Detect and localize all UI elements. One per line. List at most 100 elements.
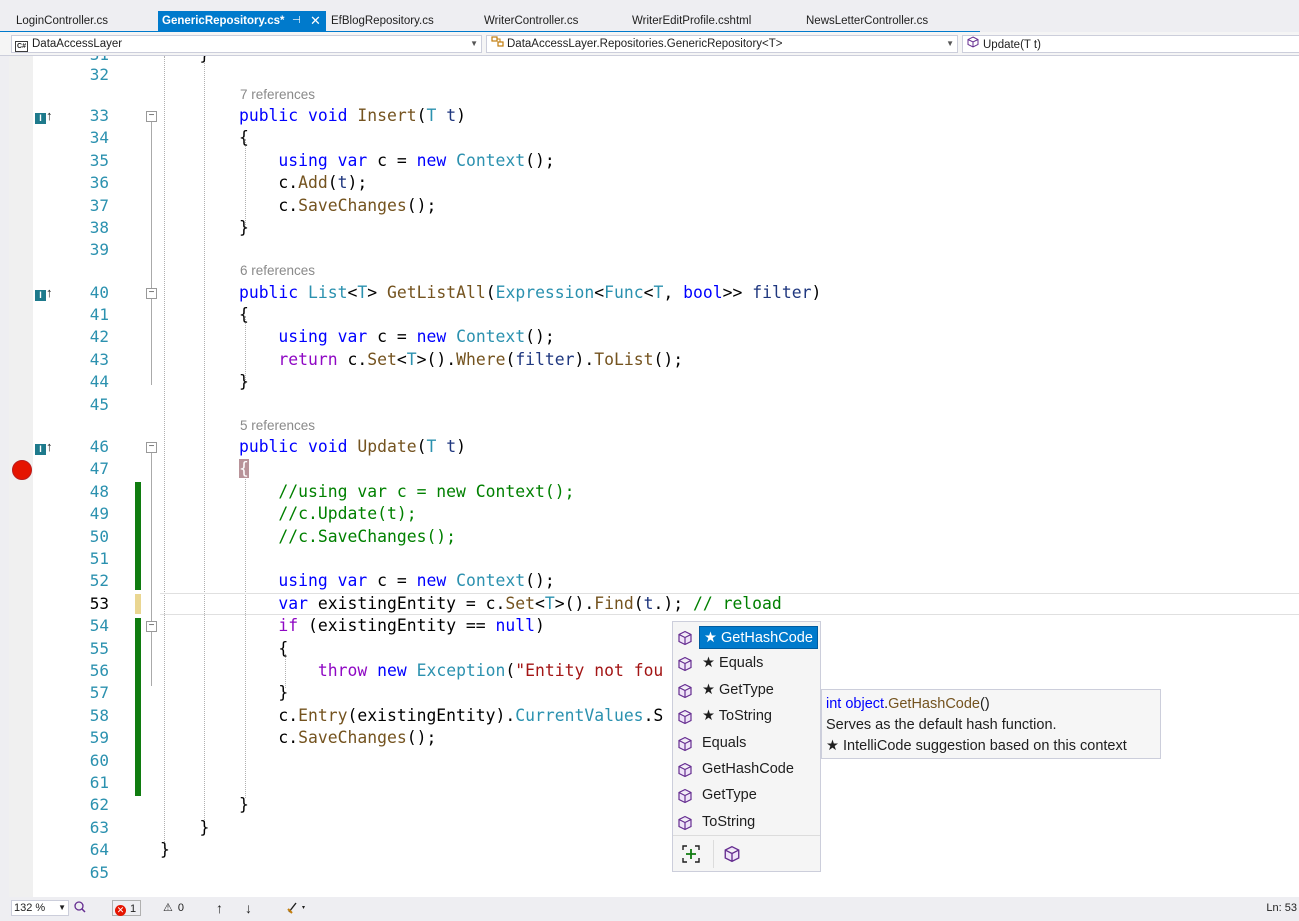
health-icon[interactable] — [73, 900, 87, 916]
method-icon — [677, 787, 693, 804]
code-line[interactable]: if (existingEntity == null) — [160, 615, 544, 637]
completion-label: GetType — [702, 787, 757, 803]
tab-label: EfBlogRepository.cs — [331, 15, 434, 27]
zoom-dropdown[interactable]: 132 % ▼ — [11, 900, 69, 916]
method-icon — [677, 814, 693, 831]
close-icon[interactable]: ✕ — [310, 11, 321, 31]
code-line[interactable]: c.Add(t); — [160, 172, 367, 194]
line-number: 39 — [89, 240, 109, 259]
method-filter-icon[interactable] — [723, 845, 741, 868]
document-tab-strip: LoginController.cs GenericRepository.cs*… — [0, 0, 1299, 33]
completion-label: Equals — [702, 735, 747, 751]
code-line[interactable]: using var c = new Context(); — [160, 326, 554, 348]
project-dropdown[interactable]: C# DataAccessLayer ▼ — [11, 35, 482, 53]
class-icon — [490, 36, 504, 52]
tab-efblog-repository[interactable]: EfBlogRepository.cs — [327, 11, 477, 31]
code-cleanup-icon[interactable] — [286, 900, 308, 916]
next-issue-button[interactable]: ↓ — [245, 900, 252, 916]
completion-filter-bar — [673, 835, 820, 871]
code-line[interactable]: //c.SaveChanges(); — [160, 526, 456, 548]
code-line[interactable]: { — [160, 127, 249, 149]
intellicode-note: ★ IntelliCode suggestion based on this c… — [826, 738, 1127, 754]
code-line[interactable]: //using var c = new Context(); — [160, 481, 574, 503]
tab-login-controller[interactable]: LoginController.cs — [12, 11, 158, 31]
tab-label: NewsLetterController.cs — [806, 15, 929, 27]
code-line[interactable]: public void Update(T t) — [160, 436, 466, 458]
line-number: 45 — [89, 395, 109, 414]
tab-label: GenericRepository.cs* — [162, 15, 285, 27]
intellisense-completion-list[interactable]: ★ GetHashCode ★ Equals ★ GetType ★ ToStr… — [672, 621, 821, 872]
code-line[interactable]: public void Insert(T t) — [160, 105, 466, 127]
completion-label: ★ Equals — [702, 655, 764, 671]
member-name: Update(T t) — [983, 39, 1041, 51]
code-line[interactable]: //c.Update(t); — [160, 503, 416, 525]
completion-item[interactable]: ★ GetType — [673, 677, 820, 703]
code-line[interactable]: } — [160, 817, 209, 839]
codelens-references[interactable]: 7 references — [240, 86, 315, 104]
previous-issue-button[interactable]: ↑ — [216, 900, 223, 916]
pin-icon[interactable]: ⊣ — [292, 11, 301, 31]
chevron-down-icon: ▼ — [58, 903, 66, 912]
completion-item-selected[interactable]: ★ GetHashCode — [673, 624, 820, 650]
error-icon: ✕ — [115, 905, 126, 916]
navigation-bar: C# DataAccessLayer ▼ DataAccessLayer.Repo… — [0, 32, 1299, 56]
code-line[interactable]: } — [160, 371, 249, 393]
code-line[interactable]: { — [160, 304, 249, 326]
warnings-indicator[interactable]: ⚠ 0 — [163, 900, 184, 916]
zoom-value: 132 % — [14, 902, 46, 914]
errors-indicator[interactable]: ✕ 1 — [112, 900, 142, 916]
code-line[interactable]: { — [160, 638, 288, 660]
tab-writer-edit-profile[interactable]: WriterEditProfile.cshtml — [628, 11, 802, 31]
codelens-references[interactable]: 6 references — [240, 262, 315, 280]
code-line[interactable]: using var c = new Context(); — [160, 150, 554, 172]
code-editor[interactable]: 31 32 33 34 35 36 37 38 39 40 41 42 43 4… — [9, 56, 1299, 897]
method-icon — [966, 36, 980, 52]
code-line[interactable]: } — [160, 682, 288, 704]
line-number: 32 — [89, 65, 109, 84]
code-line[interactable]: } — [160, 56, 209, 66]
code-line[interactable]: } — [160, 839, 170, 861]
completion-item[interactable]: ToString — [673, 809, 820, 835]
completion-item[interactable]: ★ Equals — [673, 650, 820, 676]
expand-filter-icon[interactable] — [681, 844, 701, 869]
cursor-position: Ln: 53 — [1266, 902, 1297, 914]
summary-text: Serves as the default hash function. — [826, 717, 1057, 733]
quickinfo-tooltip: int object.GetHashCode() Serves as the d… — [821, 689, 1161, 759]
tab-label: WriterController.cs — [484, 15, 579, 27]
code-line[interactable]: } — [160, 794, 249, 816]
code-line-current[interactable]: var existingEntity = c.Set<T>().Find(t.)… — [160, 593, 781, 615]
code-line[interactable]: c.SaveChanges(); — [160, 195, 436, 217]
code-line[interactable]: c.Entry(existingEntity).CurrentValues.S — [160, 705, 663, 727]
code-line[interactable]: public List<T> GetListAll(Expression<Fun… — [160, 282, 821, 304]
method-icon — [677, 735, 693, 752]
completion-item[interactable]: GetType — [673, 782, 820, 808]
completion-item[interactable]: ★ ToString — [673, 703, 820, 729]
member-dropdown[interactable]: Update(T t) — [962, 35, 1299, 53]
method-icon — [677, 629, 693, 646]
filter-separator — [713, 840, 714, 868]
type-dropdown[interactable]: DataAccessLayer.Repositories.GenericRepo… — [486, 35, 958, 53]
completion-item[interactable]: Equals — [673, 730, 820, 756]
project-name: DataAccessLayer — [32, 38, 123, 50]
completion-label: ToString — [702, 814, 756, 830]
line-number: 65 — [89, 863, 109, 882]
tab-label: LoginController.cs — [16, 15, 109, 27]
code-line[interactable]: throw new Exception("Entity not fou — [160, 660, 663, 682]
code-line[interactable]: } — [160, 217, 249, 239]
line-number: 60 — [89, 751, 109, 770]
line-number: 61 — [89, 773, 109, 792]
code-line[interactable]: { — [160, 458, 249, 480]
code-line[interactable]: c.SaveChanges(); — [160, 727, 436, 749]
editor-status-bar: 132 % ▼ ✕ 1 ⚠ 0 ↑ ↓ Ln: 53 — [0, 897, 1299, 921]
type-name: DataAccessLayer.Repositories.GenericRepo… — [507, 38, 783, 50]
completion-label: ★ GetType — [702, 682, 774, 698]
tab-writer-controller[interactable]: WriterController.cs — [480, 11, 628, 31]
tab-generic-repository[interactable]: GenericRepository.cs* ⊣ ✕ — [158, 11, 326, 31]
method-icon — [677, 761, 693, 778]
completion-item[interactable]: GetHashCode — [673, 756, 820, 782]
completion-label: ★ GetHashCode — [699, 626, 818, 649]
codelens-references[interactable]: 5 references — [240, 417, 315, 435]
tab-newsletter-controller[interactable]: NewsLetterController.cs — [802, 11, 976, 31]
code-line[interactable]: return c.Set<T>().Where(filter).ToList()… — [160, 349, 683, 371]
code-line[interactable]: using var c = new Context(); — [160, 570, 554, 592]
